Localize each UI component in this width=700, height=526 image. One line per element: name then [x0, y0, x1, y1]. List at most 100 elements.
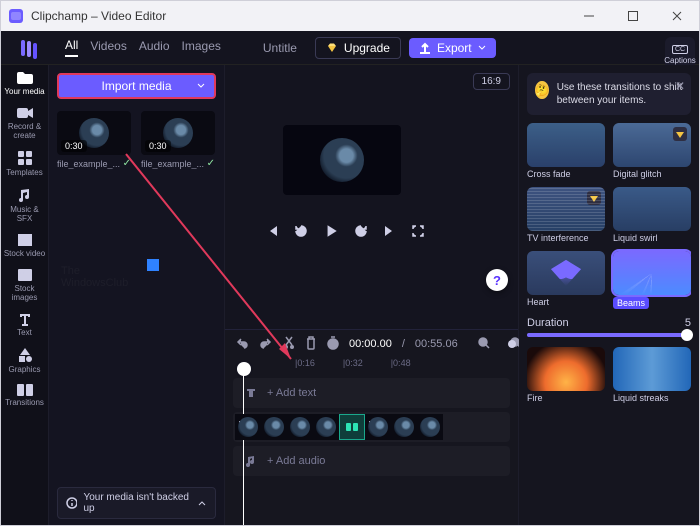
- rail-label: Record & create: [3, 122, 47, 140]
- record-icon: [16, 106, 34, 120]
- duration-slider[interactable]: [527, 333, 691, 337]
- rail-label: Templates: [6, 168, 42, 177]
- tab-audio[interactable]: Audio: [139, 39, 170, 56]
- tab-all[interactable]: All: [65, 38, 78, 57]
- media-duration: 0:30: [61, 140, 87, 152]
- media-item[interactable]: 0:30 file_example_...✓: [57, 111, 131, 169]
- add-audio-label: + Add audio: [267, 455, 325, 467]
- transition-liquid-swirl[interactable]: Liquid swirl: [613, 187, 691, 243]
- rail-music[interactable]: Music & SFX: [3, 187, 47, 223]
- upgrade-button[interactable]: Upgrade: [315, 37, 401, 59]
- film-icon: [17, 233, 33, 247]
- transition-node[interactable]: [339, 414, 365, 440]
- media-name: file_example_...: [57, 159, 120, 169]
- stage: 16:9 ? 00:00.00 /: [225, 65, 519, 525]
- rail-label: Transitions: [5, 398, 44, 407]
- brand-logo: [9, 40, 49, 56]
- logo-icon: [147, 259, 159, 271]
- project-title[interactable]: Untitle: [253, 37, 307, 59]
- time-current: 00:00.00: [349, 338, 392, 350]
- rail-your-media[interactable]: Your media: [3, 71, 47, 96]
- redo-button[interactable]: [259, 336, 273, 353]
- add-text-label: + Add text: [267, 387, 316, 399]
- split-button[interactable]: [283, 336, 295, 353]
- delete-button[interactable]: [305, 336, 317, 353]
- rail-transitions[interactable]: Transitions: [3, 384, 47, 407]
- fullscreen-button[interactable]: [411, 224, 425, 243]
- rail-templates[interactable]: Templates: [3, 150, 47, 177]
- export-button[interactable]: Export: [409, 38, 496, 58]
- transitions-icon: [17, 384, 33, 396]
- ruler-mark: |0:48: [391, 358, 411, 374]
- app-icon: [9, 9, 23, 23]
- next-button[interactable]: [383, 224, 397, 243]
- import-media-button[interactable]: Import media: [57, 73, 216, 99]
- diamond-icon: [326, 42, 338, 54]
- left-rail: Your media Record & create Templates Mus…: [1, 65, 49, 525]
- timer-icon: [327, 336, 339, 353]
- window-title: Clipchamp – Video Editor: [31, 9, 166, 23]
- time-total: 00:55.06: [415, 338, 458, 350]
- rewind-button[interactable]: [293, 223, 309, 244]
- export-label: Export: [437, 41, 472, 55]
- music-icon: [17, 187, 33, 203]
- close-tip-button[interactable]: ✕: [675, 79, 685, 93]
- emoji-icon: 🤔: [535, 81, 549, 99]
- rail-label: Your media: [4, 87, 44, 96]
- transition-beams[interactable]: Beams: [613, 251, 691, 309]
- text-track-icon: [243, 387, 259, 399]
- chevron-down-icon: [478, 44, 486, 52]
- captions-label: Captions: [664, 56, 696, 65]
- close-button[interactable]: [655, 1, 699, 31]
- media-duration: 0:30: [145, 140, 171, 152]
- premium-badge: [673, 127, 687, 141]
- zoom-out-button[interactable]: [478, 337, 490, 352]
- duration-value: 5: [685, 317, 691, 329]
- undo-button[interactable]: [235, 336, 249, 353]
- video-preview[interactable]: [283, 125, 401, 195]
- image-icon: [17, 268, 33, 282]
- timeline: 00:00.00 / 00:55.06 |0:16 |0:32 |0:48: [225, 329, 518, 525]
- minimize-button[interactable]: [567, 1, 611, 31]
- rail-stock-video[interactable]: Stock video: [3, 233, 47, 258]
- play-button[interactable]: [323, 223, 339, 244]
- playhead[interactable]: [237, 362, 251, 376]
- transition-liquid-streaks[interactable]: Liquid streaks: [613, 347, 691, 403]
- player-controls: [265, 223, 425, 244]
- transition-fire[interactable]: Fire: [527, 347, 605, 403]
- slider-knob[interactable]: [681, 329, 693, 341]
- ruler-mark: |0:32: [343, 358, 363, 374]
- rail-label: Music & SFX: [3, 205, 47, 223]
- help-button[interactable]: ?: [486, 269, 508, 291]
- shapes-icon: [17, 347, 33, 363]
- tab-videos[interactable]: Videos: [90, 39, 126, 56]
- transition-tv-interference[interactable]: TV interference: [527, 187, 605, 243]
- media-item[interactable]: 0:30 file_example_...✓: [141, 111, 215, 169]
- rail-record[interactable]: Record & create: [3, 106, 47, 140]
- transition-grid: Cross fade Digital glitch TV interferenc…: [527, 123, 691, 309]
- prev-button[interactable]: [265, 224, 279, 243]
- transition-heart[interactable]: Heart: [527, 251, 605, 309]
- ruler: |0:16 |0:32 |0:48: [225, 358, 518, 374]
- templates-icon: [17, 150, 33, 166]
- audio-track[interactable]: + Add audio: [233, 446, 510, 476]
- transition-crossfade[interactable]: Cross fade: [527, 123, 605, 179]
- import-media-label: Import media: [101, 79, 171, 93]
- maximize-button[interactable]: [611, 1, 655, 31]
- rail-text[interactable]: Text: [3, 312, 47, 337]
- backup-banner[interactable]: Your media isn't backed up: [57, 487, 216, 519]
- info-icon: [66, 497, 77, 509]
- video-track[interactable]: [233, 412, 510, 442]
- tab-images[interactable]: Images: [182, 39, 221, 56]
- premium-badge: [587, 191, 601, 205]
- media-panel: Import media 0:30 file_example_...✓ 0:30…: [49, 65, 225, 525]
- aspect-ratio[interactable]: 16:9: [473, 73, 510, 90]
- text-track[interactable]: + Add text: [233, 378, 510, 408]
- check-icon: ✓: [123, 158, 131, 169]
- rail-label: Text: [17, 328, 32, 337]
- transition-digital-glitch[interactable]: Digital glitch: [613, 123, 691, 179]
- forward-button[interactable]: [353, 223, 369, 244]
- rail-stock-images[interactable]: Stock images: [3, 268, 47, 302]
- chevron-down-icon: [196, 81, 206, 91]
- rail-graphics[interactable]: Graphics: [3, 347, 47, 374]
